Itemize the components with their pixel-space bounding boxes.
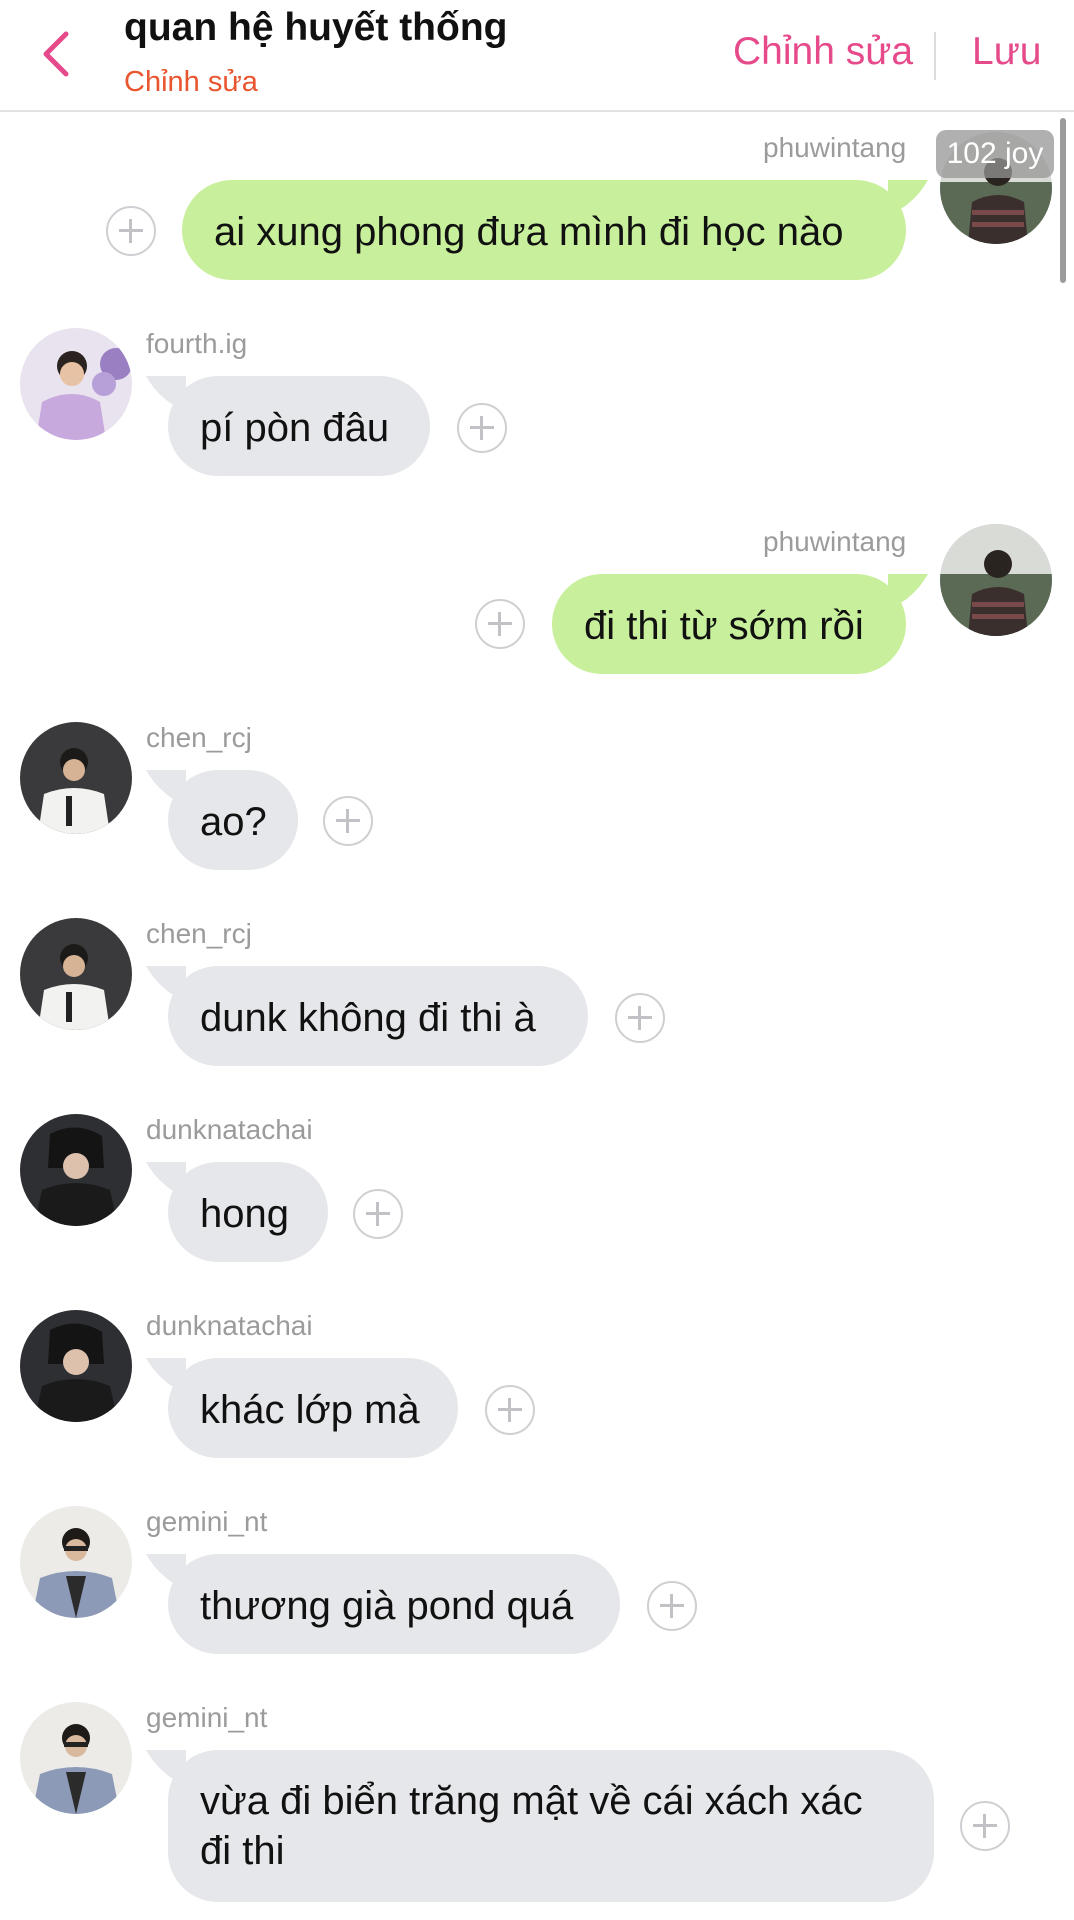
message-text: pí pòn đâu	[200, 406, 390, 450]
joy-count-badge: 102 joy	[936, 130, 1054, 178]
message-bubble-incoming[interactable]: pí pòn đâu	[146, 376, 430, 476]
message-bubble-incoming[interactable]: thương già pond quá	[146, 1554, 620, 1654]
edit-button[interactable]: Chỉnh sửa	[733, 30, 913, 74]
message-text: ai xung phong đưa mình đi học nào	[214, 210, 844, 254]
message-text: đi thi từ sớm rồi	[584, 604, 864, 648]
avatar-gemini-nt[interactable]	[20, 1506, 132, 1618]
message-text: ao?	[200, 800, 267, 844]
scrollbar[interactable]	[1060, 118, 1066, 283]
message-text: hong	[200, 1192, 289, 1236]
avatar-phuwintang[interactable]	[940, 524, 1052, 636]
avatar-dunknatachai[interactable]	[20, 1114, 132, 1226]
message-username: gemini_nt	[146, 1702, 268, 1733]
message-bubble-outgoing[interactable]: đi thi từ sớm rồi	[552, 574, 928, 674]
message-username: chen_rcj	[146, 722, 252, 753]
message-username: dunknatachai	[146, 1114, 313, 1145]
message-text: dunk không đi thi à	[200, 996, 536, 1040]
back-chevron-icon[interactable]	[36, 28, 76, 80]
message-bubble-outgoing[interactable]: ai xung phong đưa mình đi học nào	[182, 180, 928, 280]
message-bubble-incoming[interactable]: dunk không đi thi à	[146, 966, 588, 1066]
add-reaction-icon[interactable]	[353, 1189, 403, 1239]
avatar-dunknatachai[interactable]	[20, 1310, 132, 1422]
page-title: quan hệ huyết thống	[124, 6, 508, 49]
header-bar: quan hệ huyết thống Chỉnh sửa Chỉnh sửa …	[0, 0, 1074, 112]
add-reaction-icon[interactable]	[960, 1801, 1010, 1851]
message-username: dunknatachai	[146, 1310, 313, 1341]
avatar-chen-rcj[interactable]	[20, 918, 132, 1030]
header-divider	[934, 32, 936, 80]
message-bubble-incoming[interactable]: vừa đi biển trăng mật về cái xách xác đi…	[146, 1750, 934, 1902]
message-text-line-1: vừa đi biển trăng mật về cái xách xác	[200, 1779, 863, 1823]
message-text: thương già pond quá	[200, 1584, 574, 1628]
message-username: chen_rcj	[146, 918, 252, 949]
avatar-gemini-nt[interactable]	[20, 1702, 132, 1814]
save-button[interactable]: Lưu	[972, 30, 1042, 74]
message-bubble-incoming[interactable]: hong	[146, 1162, 328, 1262]
avatar-chen-rcj[interactable]	[20, 722, 132, 834]
add-reaction-icon[interactable]	[647, 1581, 697, 1631]
message-username: phuwintang	[763, 132, 907, 163]
message-username: phuwintang	[763, 526, 907, 557]
add-reaction-icon[interactable]	[106, 206, 156, 256]
message-bubble-incoming[interactable]: ao?	[146, 770, 298, 870]
message-text-line-2: đi thi	[200, 1829, 285, 1873]
avatar-fourth-ig[interactable]	[20, 328, 132, 440]
add-reaction-icon[interactable]	[485, 1385, 535, 1435]
add-reaction-icon[interactable]	[457, 403, 507, 453]
add-reaction-icon[interactable]	[615, 993, 665, 1043]
subtitle-edit-link[interactable]: Chỉnh sửa	[124, 66, 258, 99]
add-reaction-icon[interactable]	[323, 796, 373, 846]
add-reaction-icon[interactable]	[475, 599, 525, 649]
message-text: khác lớp mà	[200, 1388, 420, 1432]
message-username: gemini_nt	[146, 1506, 268, 1537]
message-username: fourth.ig	[146, 328, 248, 359]
message-bubble-incoming[interactable]: khác lớp mà	[146, 1358, 458, 1458]
